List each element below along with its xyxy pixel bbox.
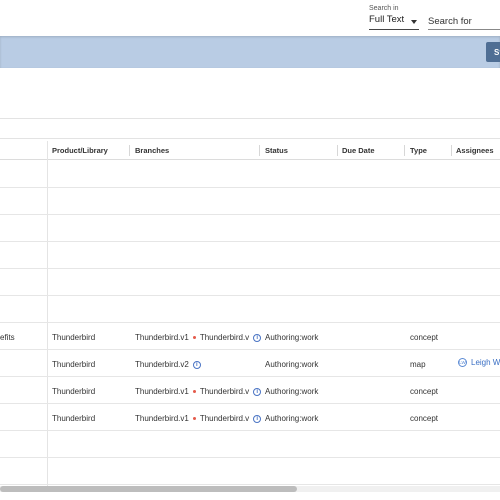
table-row[interactable]: Thunderbird Thunderbird.v1 Thunderbird.v i… — [0, 377, 500, 404]
row-type: concept — [410, 333, 439, 342]
column-separator[interactable] — [259, 145, 260, 156]
row-branches: Thunderbird.v2 i — [135, 360, 201, 369]
row-status: Authoring:work — [265, 387, 319, 396]
column-separator[interactable] — [404, 145, 405, 156]
user-avatar-icon: LW — [458, 358, 467, 368]
table-row[interactable] — [0, 161, 500, 188]
info-icon[interactable]: i — [192, 360, 201, 369]
horizontal-scrollbar-thumb[interactable] — [0, 486, 297, 492]
column-header-status[interactable]: Status — [265, 146, 288, 155]
branch-label: Thunderbird.v1 — [135, 387, 189, 396]
branch-label: Thunderbird.v — [199, 333, 250, 342]
toolbar-band — [0, 36, 500, 68]
row-type: concept — [410, 414, 439, 423]
row-branches: Thunderbird.v1 Thunderbird.v i — [135, 387, 262, 396]
column-header-type[interactable]: Type — [410, 146, 427, 155]
row-branches: Thunderbird.v1 Thunderbird.v i — [135, 414, 262, 423]
table-row[interactable]: Thunderbird Thunderbird.v2 i Authoring:wo… — [0, 350, 500, 377]
row-status: Authoring:work — [265, 414, 319, 423]
separator-dot-icon — [192, 390, 196, 394]
info-icon[interactable]: i — [253, 414, 262, 423]
separator-dot-icon — [192, 417, 196, 421]
separator-dot-icon — [192, 336, 196, 340]
info-icon[interactable]: i — [253, 387, 262, 396]
row-product: Thunderbird — [52, 360, 96, 369]
search-in-label: Search in — [369, 5, 399, 12]
row-type: concept — [410, 387, 439, 396]
row-type: map — [410, 360, 426, 369]
column-separator[interactable] — [337, 145, 338, 156]
divider — [0, 138, 500, 139]
table-row[interactable] — [0, 242, 500, 269]
table-row[interactable]: Thunderbird Thunderbird.v1 Thunderbird.v i… — [0, 404, 500, 431]
row-product: Thunderbird — [52, 387, 96, 396]
row-product: Thunderbird — [52, 414, 96, 423]
table-row[interactable] — [0, 431, 500, 458]
column-header-assignees[interactable]: Assignees — [456, 146, 494, 155]
branch-label: Thunderbird.v2 — [135, 360, 189, 369]
table-row[interactable] — [0, 269, 500, 296]
toolbar-action-button[interactable]: St — [486, 42, 500, 62]
row-status: Authoring:work — [265, 360, 319, 369]
branch-label: Thunderbird.v — [199, 414, 250, 423]
branch-label: Thunderbird.v — [199, 387, 250, 396]
row-assignee[interactable]: LW Leigh Wi — [458, 358, 500, 368]
column-header-product[interactable]: Product/Library — [52, 146, 108, 155]
row-branches: Thunderbird.v1 Thunderbird.v i — [135, 333, 262, 342]
table-row[interactable] — [0, 296, 500, 323]
search-in-select[interactable]: Full Text — [369, 14, 419, 30]
top-search-bar: Search in Full Text — [0, 0, 500, 36]
search-for-input[interactable] — [428, 14, 500, 30]
table-header-row: Product/Library Branches Status Due Date… — [0, 141, 500, 160]
row-title[interactable]: efits — [0, 333, 15, 342]
divider — [0, 118, 500, 119]
column-header-branches[interactable]: Branches — [135, 146, 169, 155]
caret-down-icon[interactable] — [411, 20, 417, 24]
table-row[interactable] — [0, 188, 500, 215]
column-separator[interactable] — [451, 145, 452, 156]
table-row[interactable] — [0, 215, 500, 242]
table-row[interactable] — [0, 458, 500, 485]
row-product: Thunderbird — [52, 333, 96, 342]
row-status: Authoring:work — [265, 333, 319, 342]
assignee-link[interactable]: Leigh Wi — [471, 358, 500, 367]
branch-label: Thunderbird.v1 — [135, 333, 189, 342]
column-separator[interactable] — [129, 145, 130, 156]
table-row[interactable]: efits Thunderbird Thunderbird.v1 Thunderb… — [0, 323, 500, 350]
info-icon[interactable]: i — [253, 333, 262, 342]
branch-label: Thunderbird.v1 — [135, 414, 189, 423]
search-in-value: Full Text — [369, 14, 405, 25]
column-header-due-date[interactable]: Due Date — [342, 146, 375, 155]
